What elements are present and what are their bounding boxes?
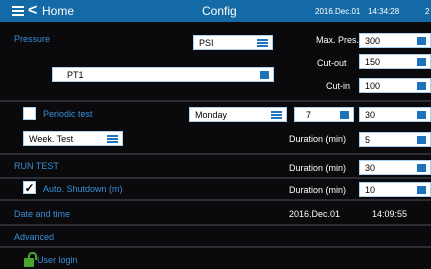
max-pressure-field[interactable]: 300 (359, 33, 431, 48)
auto-shutdown-label: Auto. Shutdown (m) (43, 184, 123, 194)
auto-shutdown-duration-field[interactable]: 10 (359, 182, 431, 197)
hamburger-menu-icon[interactable] (12, 6, 24, 16)
pressure-unit-select[interactable]: PSI (193, 35, 273, 50)
run-test-duration-field[interactable]: 30 (359, 160, 431, 175)
periodic-duration-value: 5 (365, 135, 371, 145)
field-button-icon (260, 71, 269, 79)
divider (0, 177, 431, 179)
pressure-label: Pressure (14, 34, 51, 44)
divider (0, 246, 431, 248)
advanced-label[interactable]: Advanced (14, 232, 54, 242)
field-button-icon (417, 186, 426, 194)
field-button-icon (417, 136, 426, 144)
cutout-field[interactable]: 150 (359, 54, 431, 69)
dropdown-menu-icon (107, 135, 118, 144)
page-title: Config (202, 4, 237, 18)
checkmark-icon: ✓ (24, 181, 35, 195)
periodic-day-value: Monday (195, 110, 228, 120)
time-value: 14:09:55 (372, 209, 408, 219)
header-date: 2016.Dec.01 (315, 7, 361, 16)
periodic-test-type-select[interactable]: Week. Test (23, 131, 123, 146)
divider (0, 100, 431, 102)
auto-shutdown-duration-value: 10 (365, 185, 376, 195)
divider (0, 153, 431, 155)
field-button-icon (417, 82, 426, 90)
periodic-duration-field[interactable]: 5 (359, 132, 431, 147)
run-test-label[interactable]: RUN TEST (14, 161, 59, 171)
user-login-label[interactable]: User login (37, 255, 78, 265)
periodic-number-value: 7 (306, 110, 312, 120)
run-test-duration-label: Duration (min) (289, 163, 347, 173)
field-button-icon (417, 37, 426, 45)
cutin-value: 100 (365, 81, 381, 91)
field-button-icon (417, 58, 426, 66)
max-pressure-label: Max. Pres. (316, 35, 360, 45)
cutin-field[interactable]: 100 (359, 78, 431, 93)
periodic-duration-label: Duration (min) (289, 134, 347, 144)
auto-shutdown-duration-label: Duration (min) (289, 185, 347, 195)
header-time: 14:34:28 (368, 7, 400, 16)
header-extra: 2 (425, 7, 430, 16)
periodic-minutes-value: 30 (365, 110, 376, 120)
home-link[interactable]: Home (42, 4, 74, 18)
periodic-test-type-value: Week. Test (29, 134, 74, 144)
run-test-duration-value: 30 (365, 163, 376, 173)
date-time-label[interactable]: Date and time (14, 209, 70, 219)
dropdown-menu-icon (271, 111, 282, 120)
periodic-day-select[interactable]: Monday (189, 107, 287, 122)
pressure-unit-value: PSI (199, 38, 214, 48)
field-button-icon (340, 111, 349, 119)
field-button-icon (417, 111, 426, 119)
divider (0, 224, 431, 226)
back-arrow-icon[interactable]: < (28, 2, 37, 20)
lock-icon (24, 252, 37, 267)
periodic-number-field[interactable]: 7 (294, 107, 354, 122)
dropdown-menu-icon (257, 39, 268, 48)
cutin-label: Cut-in (326, 81, 351, 91)
date-value: 2016.Dec.01 (289, 209, 341, 219)
max-pressure-value: 300 (365, 36, 381, 46)
pressure-sensor-field[interactable]: PT1 (52, 67, 274, 82)
pressure-sensor-value: PT1 (67, 70, 84, 80)
periodic-test-checkbox[interactable] (23, 107, 36, 120)
periodic-test-label: Periodic test (43, 109, 93, 119)
cutout-label: Cut-out (317, 58, 347, 68)
cutout-value: 150 (365, 57, 381, 67)
divider (0, 199, 431, 201)
field-button-icon (417, 164, 426, 172)
auto-shutdown-checkbox[interactable]: ✓ (23, 181, 36, 194)
top-bar: < Home Config 2016.Dec.01 14:34:28 2 (0, 0, 431, 22)
periodic-minutes-field[interactable]: 30 (359, 107, 431, 122)
